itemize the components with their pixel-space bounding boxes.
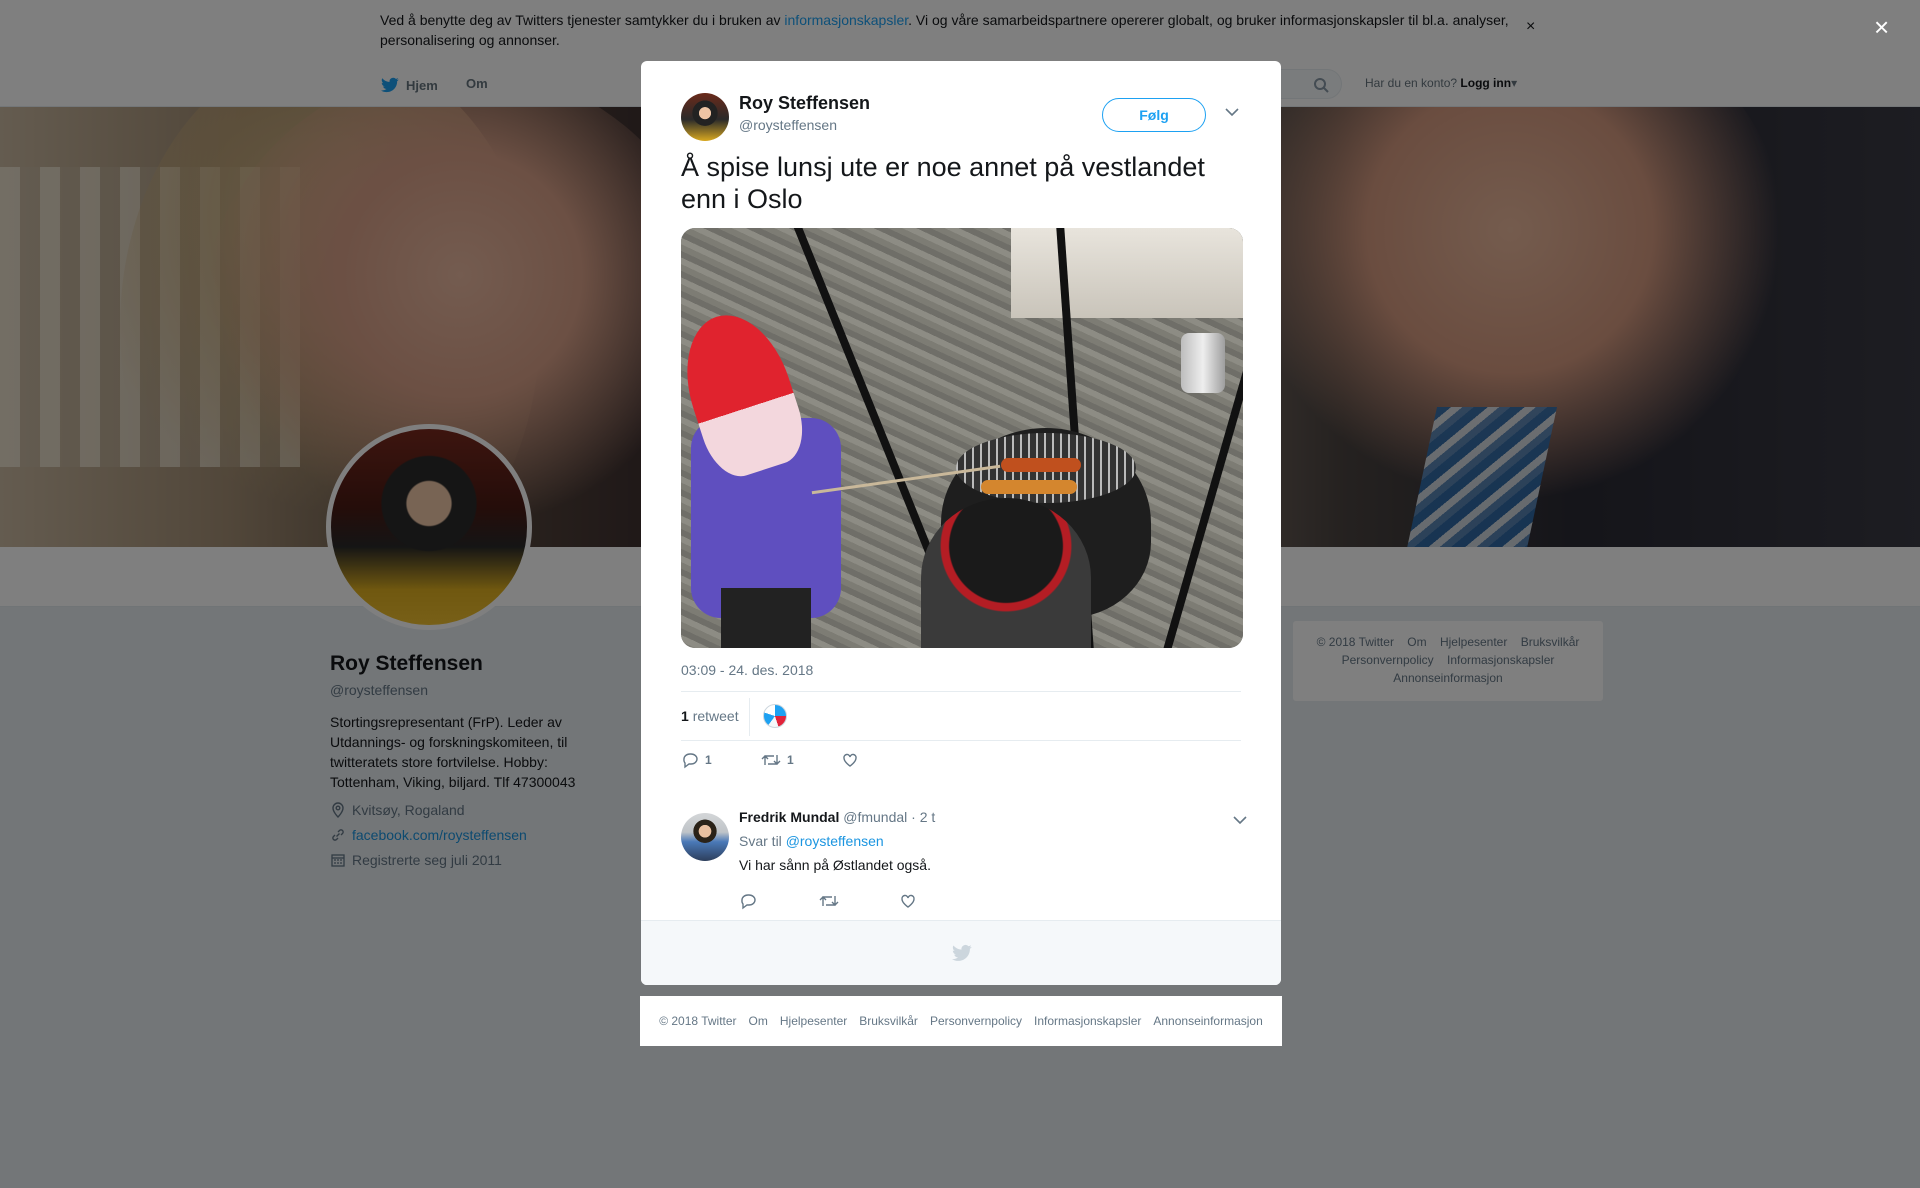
reply-actions (739, 892, 979, 910)
retweet-button[interactable]: 1 (761, 751, 841, 769)
retweet-icon (819, 896, 839, 906)
tweet-author-name[interactable]: Roy Steffensen (739, 93, 870, 114)
chevron-down-icon[interactable] (1233, 815, 1247, 825)
tweet-timestamp[interactable]: 03:09 - 24. des. 2018 (681, 662, 813, 678)
footer-link-cookies[interactable]: Informasjonskapsler (1034, 1014, 1141, 1028)
modal-overlay[interactable]: × Roy Steffensen @roysteffensen Følg Å s… (0, 0, 1920, 1188)
reply-author-handle[interactable]: @fmundal (843, 809, 907, 825)
reply-to-line: Svar til @roysteffensen (739, 833, 884, 849)
reply-to-handle-link[interactable]: @roysteffensen (786, 833, 884, 849)
reply-reply-button[interactable] (739, 892, 819, 910)
footer-link-terms[interactable]: Bruksvilkår (859, 1014, 918, 1028)
tweet-actions: 1 1 (681, 751, 921, 769)
reply-icon (683, 753, 698, 769)
reply-time[interactable]: · 2 t (911, 809, 935, 825)
modal-footer (641, 920, 1281, 985)
reply-like-button[interactable] (899, 892, 979, 910)
reply-count: 1 (705, 753, 712, 767)
footer-link-ads[interactable]: Annonseinformasjon (1153, 1014, 1262, 1028)
tweet-text: Å spise lunsj ute er noe annet på vestla… (681, 152, 1205, 214)
overlay-footer: © 2018 Twitter Om Hjelpesenter Bruksvilk… (640, 996, 1282, 1046)
retweet-stat[interactable]: 1 retweet (681, 708, 739, 724)
reply-retweet-button[interactable] (819, 892, 899, 910)
footer-link-help[interactable]: Hjelpesenter (780, 1014, 847, 1028)
heart-icon (843, 753, 857, 767)
twitter-bird-icon (952, 944, 972, 961)
chevron-down-icon[interactable] (1225, 107, 1239, 117)
footer-link-about[interactable]: Om (749, 1014, 768, 1028)
tweet-permalink-modal: Roy Steffensen @roysteffensen Følg Å spi… (641, 61, 1281, 985)
reply-button[interactable]: 1 (681, 751, 761, 769)
retweet-count: 1 (787, 753, 794, 767)
reply-header: Fredrik Mundal @fmundal · 2 t (739, 809, 935, 825)
like-button[interactable] (841, 751, 921, 769)
retweeter-avatar[interactable] (763, 704, 787, 728)
tweet-author-avatar[interactable] (681, 93, 729, 141)
tweet-photo[interactable] (681, 228, 1243, 648)
overlay-close-button[interactable]: × (1874, 12, 1889, 43)
heart-icon (901, 894, 915, 908)
tweet-stats: 1 retweet (681, 691, 1241, 741)
follow-button[interactable]: Følg (1102, 98, 1206, 132)
retweet-icon (761, 755, 781, 765)
reply-author-avatar[interactable] (681, 813, 729, 861)
reply-icon (741, 894, 756, 910)
footer-copyright: © 2018 Twitter (659, 1014, 737, 1028)
reply-author-name[interactable]: Fredrik Mundal (739, 809, 839, 825)
footer-link-privacy[interactable]: Personvernpolicy (930, 1014, 1022, 1028)
tweet-author-handle[interactable]: @roysteffensen (739, 117, 837, 133)
reply-text: Vi har sånn på Østlandet også. (739, 857, 931, 873)
